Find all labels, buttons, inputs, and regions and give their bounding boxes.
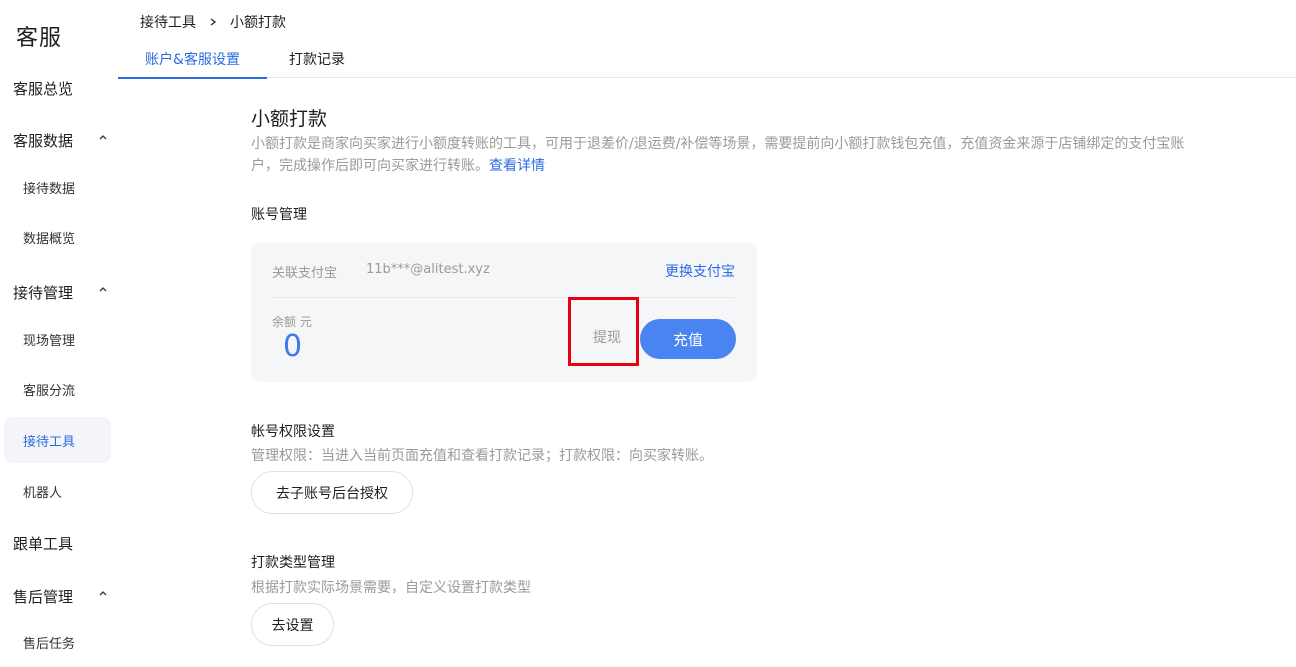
sidebar-item-label: 客服数据: [13, 131, 74, 150]
sidebar-item-label: 接待管理: [13, 283, 74, 302]
breadcrumb-current: 小额打款: [230, 15, 286, 31]
sidebar-item-cs-routing[interactable]: 客服分流: [4, 366, 111, 412]
page-title: 小额打款: [251, 108, 328, 130]
payment-type-description: 根据打款实际场景需要，自定义设置打款类型: [251, 580, 531, 596]
tab-bar: 账户&客服设置 打款记录: [118, 40, 1296, 79]
chevron-up-icon: [99, 591, 107, 596]
alipay-account: 11b***@alitest.xyz: [366, 262, 490, 277]
recharge-button[interactable]: 充值: [640, 319, 736, 359]
page-description: 小额打款是商家向买家进行小额度转账的工具，可用于退差价/退运费/补偿等场景，需要…: [251, 133, 1196, 177]
tab-payment-records[interactable]: 打款记录: [282, 40, 352, 78]
description-text: 小额打款是商家向买家进行小额度转账的工具，可用于退差价/退运费/补偿等场景，需要…: [251, 136, 1185, 174]
permission-section-title: 帐号权限设置: [251, 424, 335, 440]
tab-account-settings[interactable]: 账户&客服设置: [118, 40, 267, 79]
breadcrumb: 接待工具 小额打款: [140, 12, 286, 32]
chevron-up-icon: [99, 135, 107, 140]
sidebar-item-robot[interactable]: 机器人: [4, 468, 111, 514]
sidebar: 客服 客服总览 客服数据 接待数据 数据概览 接待管理 现场管理 客服分流 接待…: [0, 0, 118, 667]
tab-label: 打款记录: [289, 52, 345, 68]
sidebar-item-aftersales-tasks[interactable]: 售后任务: [4, 619, 111, 665]
sidebar-group-data[interactable]: 客服数据: [0, 120, 118, 160]
sidebar-title: 客服: [16, 26, 63, 51]
sidebar-item-label: 数据概览: [23, 231, 76, 247]
sidebar-item-overview[interactable]: 客服总览: [0, 68, 118, 108]
sidebar-group-reception[interactable]: 接待管理: [0, 272, 118, 312]
sidebar-item-label: 售后任务: [23, 636, 76, 652]
card-divider: [272, 297, 735, 298]
sidebar-item-label: 机器人: [23, 485, 63, 501]
chevron-right-icon: [210, 18, 217, 26]
change-alipay-link[interactable]: 更换支付宝: [665, 261, 735, 281]
sidebar-item-site-mgmt[interactable]: 现场管理: [4, 316, 111, 362]
authorize-subaccount-button[interactable]: 去子账号后台授权: [251, 471, 413, 514]
breadcrumb-parent[interactable]: 接待工具: [140, 12, 196, 32]
tab-label: 账户&客服设置: [145, 52, 240, 68]
balance-value: 0: [283, 329, 303, 364]
sidebar-item-data-summary[interactable]: 数据概览: [4, 214, 111, 260]
sidebar-item-label: 现场管理: [23, 333, 76, 349]
payment-type-section-title: 打款类型管理: [251, 555, 335, 571]
sidebar-item-label: 售后管理: [13, 587, 74, 606]
chevron-up-icon: [99, 287, 107, 292]
sidebar-item-label: 跟单工具: [13, 534, 74, 553]
sidebar-item-label: 客服分流: [23, 383, 76, 399]
sidebar-item-followup[interactable]: 跟单工具: [0, 523, 118, 563]
alipay-bind-label: 关联支付宝: [272, 266, 338, 281]
account-card: 关联支付宝 11b***@alitest.xyz 更换支付宝 余额 元 0 提现…: [251, 243, 757, 382]
withdraw-button[interactable]: 提现: [593, 327, 621, 347]
details-link[interactable]: 查看详情: [489, 158, 545, 174]
sidebar-item-label: 接待数据: [23, 181, 76, 197]
sidebar-item-label: 接待工具: [23, 434, 76, 450]
sidebar-group-aftersales[interactable]: 售后管理: [0, 576, 118, 616]
account-section-title: 账号管理: [251, 207, 307, 223]
sidebar-item-reception-tools[interactable]: 接待工具: [4, 417, 111, 463]
balance-label: 余额 元: [272, 315, 312, 329]
go-settings-button[interactable]: 去设置: [251, 603, 334, 646]
sidebar-item-reception-data[interactable]: 接待数据: [4, 164, 111, 210]
sidebar-item-label: 客服总览: [13, 79, 74, 98]
permission-description: 管理权限：当进入当前页面充值和查看打款记录；打款权限：向买家转账。: [251, 448, 713, 464]
